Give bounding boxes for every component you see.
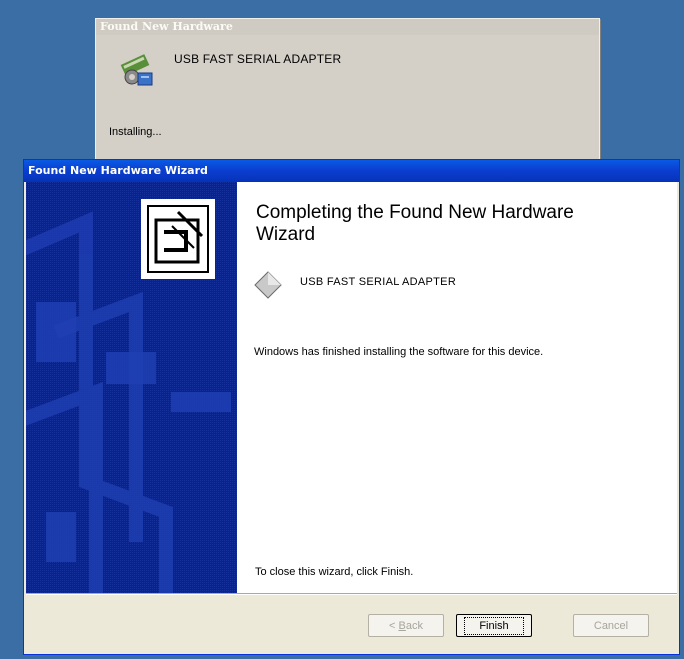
installing-status: Installing...: [109, 126, 162, 138]
hardware-install-icon: [120, 54, 153, 86]
hardware-wizard-icon: [147, 205, 209, 273]
wizard-title-bar[interactable]: Found New Hardware Wizard: [24, 160, 679, 182]
notification-title: Found New Hardware: [96, 19, 599, 35]
finish-label: Finish: [464, 616, 524, 635]
banner-artwork: [26, 182, 237, 593]
found-new-hardware-notification: Found New Hardware USB FAST SERIAL ADAPT…: [95, 18, 600, 162]
device-name: USB FAST SERIAL ADAPTER: [300, 276, 457, 288]
close-instruction: To close this wizard, click Finish.: [255, 566, 414, 578]
cancel-button[interactable]: Cancel: [573, 614, 649, 637]
finish-button[interactable]: Finish: [456, 614, 532, 637]
device-icon: [254, 271, 282, 299]
wizard-content-panel: Completing the Found New Hardware Wizard…: [237, 182, 677, 593]
wizard-heading: Completing the Found New Hardware Wizard: [256, 202, 574, 245]
cancel-label: Cancel: [593, 619, 629, 632]
back-button[interactable]: < Back: [368, 614, 444, 637]
wizard-title: Found New Hardware Wizard: [28, 164, 208, 177]
wizard-side-banner: [26, 182, 237, 593]
notification-device-name: USB FAST SERIAL ADAPTER: [174, 52, 342, 66]
found-new-hardware-wizard: Found New Hardware Wizard Completing the…: [23, 159, 680, 655]
button-separator: [26, 593, 677, 595]
finished-message: Windows has finished installing the soft…: [254, 346, 544, 358]
